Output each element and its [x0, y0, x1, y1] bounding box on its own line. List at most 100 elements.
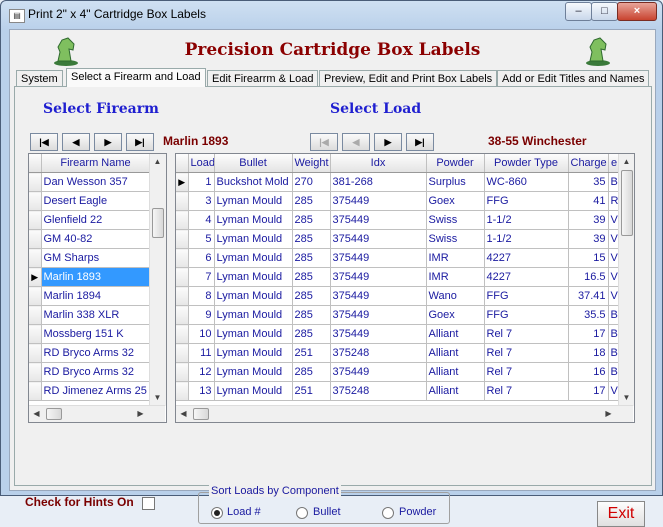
- load-cell[interactable]: 16.5: [568, 267, 609, 287]
- load-cell[interactable]: Lyman Mould: [214, 324, 293, 344]
- firearm-row[interactable]: Glenfield 22: [29, 210, 151, 230]
- load-cell[interactable]: 9: [188, 305, 215, 325]
- firearm-first-button[interactable]: |◀: [30, 133, 58, 151]
- load-cell[interactable]: 6: [188, 248, 215, 268]
- load-cell[interactable]: 3: [188, 191, 215, 211]
- row-selector[interactable]: [176, 210, 189, 230]
- load-cell[interactable]: 375449: [330, 362, 427, 382]
- load-row[interactable]: ▶ 1 Buckshot Mold 270 381-268 Surplus WC-860 35…: [176, 172, 621, 192]
- load-cell[interactable]: 285: [292, 324, 331, 344]
- firearm-row[interactable]: Dan Wesson 357: [29, 172, 151, 192]
- load-cell[interactable]: 285: [292, 286, 331, 306]
- firearm-last-button[interactable]: ▶|: [126, 133, 154, 151]
- load-cell[interactable]: 7: [188, 267, 215, 287]
- row-selector[interactable]: [29, 324, 42, 344]
- scroll-thumb[interactable]: [46, 408, 62, 420]
- firearm-name-cell[interactable]: Dan Wesson 357: [41, 172, 151, 192]
- load-cell[interactable]: 285: [292, 267, 331, 287]
- load-cell[interactable]: 5: [188, 229, 215, 249]
- load-row[interactable]: 13 Lyman Mould 251 375248 Alliant Rel 7 17 V: [176, 381, 621, 401]
- tab-edit-firearm-load[interactable]: Edit Firearrm & Load: [207, 70, 319, 87]
- load-cell[interactable]: 17: [568, 324, 609, 344]
- firearm-name-cell[interactable]: Mossberg 151 K: [41, 324, 151, 344]
- load-cell[interactable]: Alliant: [426, 324, 485, 344]
- minimize-button[interactable]: –: [565, 2, 592, 21]
- load-cell[interactable]: 17: [568, 381, 609, 401]
- load-cell[interactable]: 15: [568, 248, 609, 268]
- load-row[interactable]: 5 Lyman Mould 285 375449 Swiss 1-1/2 39 V: [176, 229, 621, 249]
- exit-button[interactable]: Exit: [597, 501, 645, 527]
- load-cell[interactable]: IMR: [426, 248, 485, 268]
- load-cell[interactable]: 16: [568, 362, 609, 382]
- scroll-left-icon[interactable]: ◀: [29, 406, 44, 421]
- load-row[interactable]: 8 Lyman Mould 285 375449 Wano FFG 37.41 V: [176, 286, 621, 306]
- firearm-vertical-scrollbar[interactable]: ▲ ▼: [149, 154, 166, 406]
- load-cell[interactable]: 375449: [330, 324, 427, 344]
- firearm-name-cell[interactable]: Desert Eagle: [41, 191, 151, 211]
- scroll-thumb[interactable]: [193, 408, 209, 420]
- scroll-down-icon[interactable]: ▼: [619, 390, 634, 405]
- load-horizontal-scrollbar[interactable]: ◀ ▶: [176, 405, 633, 422]
- load-column-header[interactable]: Powder Type: [484, 154, 569, 173]
- sort-powder-radio[interactable]: [382, 507, 394, 519]
- row-selector[interactable]: [29, 362, 42, 382]
- load-cell[interactable]: Wano: [426, 286, 485, 306]
- load-cell[interactable]: 285: [292, 229, 331, 249]
- load-row[interactable]: 7 Lyman Mould 285 375449 IMR 4227 16.5 V: [176, 267, 621, 287]
- load-row[interactable]: 9 Lyman Mould 285 375449 Goex FFG 35.5 B: [176, 305, 621, 325]
- load-cell[interactable]: 285: [292, 248, 331, 268]
- load-cell[interactable]: Lyman Mould: [214, 267, 293, 287]
- firearm-row[interactable]: GM Sharps: [29, 248, 151, 268]
- load-cell[interactable]: 375449: [330, 191, 427, 211]
- firearm-row[interactable]: GM 40-82: [29, 229, 151, 249]
- firearm-name-column-header[interactable]: Firearm Name: [41, 154, 151, 173]
- firearm-name-cell[interactable]: Marlin 1894: [41, 286, 151, 306]
- load-cell[interactable]: Rel 7: [484, 381, 569, 401]
- firearm-name-cell[interactable]: GM 40-82: [41, 229, 151, 249]
- load-cell[interactable]: 1: [188, 172, 215, 192]
- load-cell[interactable]: Lyman Mould: [214, 362, 293, 382]
- load-cell[interactable]: 4227: [484, 248, 569, 268]
- scroll-left-icon[interactable]: ◀: [176, 406, 191, 421]
- firearm-row[interactable]: Mossberg 151 K: [29, 324, 151, 344]
- firearm-name-cell[interactable]: GM Sharps: [41, 248, 151, 268]
- load-row[interactable]: 4 Lyman Mould 285 375449 Swiss 1-1/2 39 V: [176, 210, 621, 230]
- current-row-arrow-icon[interactable]: ▶: [29, 267, 42, 287]
- load-cell[interactable]: Lyman Mould: [214, 305, 293, 325]
- load-cell[interactable]: 285: [292, 191, 331, 211]
- firearm-row[interactable]: RD Bryco Arms 32: [29, 362, 151, 382]
- load-cell[interactable]: Lyman Mould: [214, 248, 293, 268]
- load-cell[interactable]: Surplus: [426, 172, 485, 192]
- load-column-header[interactable]: Weight: [292, 154, 331, 173]
- scroll-up-icon[interactable]: ▲: [150, 154, 165, 169]
- load-cell[interactable]: 381-268: [330, 172, 427, 192]
- firearm-row[interactable]: RD Jimenez Arms 25: [29, 381, 151, 401]
- sort-load-label[interactable]: Load #: [227, 506, 261, 518]
- row-selector[interactable]: [29, 172, 42, 192]
- firearm-name-cell[interactable]: RD Bryco Arms 32: [41, 362, 151, 382]
- tab-system[interactable]: System: [16, 70, 63, 87]
- firearm-row[interactable]: Desert Eagle: [29, 191, 151, 211]
- firearm-row[interactable]: ▶ Marlin 1893: [29, 267, 151, 287]
- firearm-name-cell[interactable]: RD Bryco Arms 32: [41, 343, 151, 363]
- load-cell[interactable]: Goex: [426, 305, 485, 325]
- load-column-header[interactable]: Powder: [426, 154, 485, 173]
- load-cell[interactable]: 285: [292, 305, 331, 325]
- load-cell[interactable]: Alliant: [426, 343, 485, 363]
- load-cell[interactable]: Lyman Mould: [214, 210, 293, 230]
- load-cell[interactable]: 41: [568, 191, 609, 211]
- firearm-row[interactable]: RD Bryco Arms 32: [29, 343, 151, 363]
- load-next-button[interactable]: ▶: [374, 133, 402, 151]
- load-cell[interactable]: Swiss: [426, 229, 485, 249]
- row-selector[interactable]: [176, 362, 189, 382]
- load-cell[interactable]: Lyman Mould: [214, 286, 293, 306]
- load-cell[interactable]: Lyman Mould: [214, 381, 293, 401]
- scroll-right-icon[interactable]: ▶: [133, 406, 148, 421]
- hints-checkbox[interactable]: [142, 497, 155, 510]
- load-cell[interactable]: WC-860: [484, 172, 569, 192]
- load-cell[interactable]: 285: [292, 362, 331, 382]
- scroll-thumb[interactable]: [621, 170, 633, 236]
- load-cell[interactable]: 35.5: [568, 305, 609, 325]
- sort-bullet-label[interactable]: Bullet: [313, 506, 341, 518]
- firearm-name-cell[interactable]: Marlin 338 XLR: [41, 305, 151, 325]
